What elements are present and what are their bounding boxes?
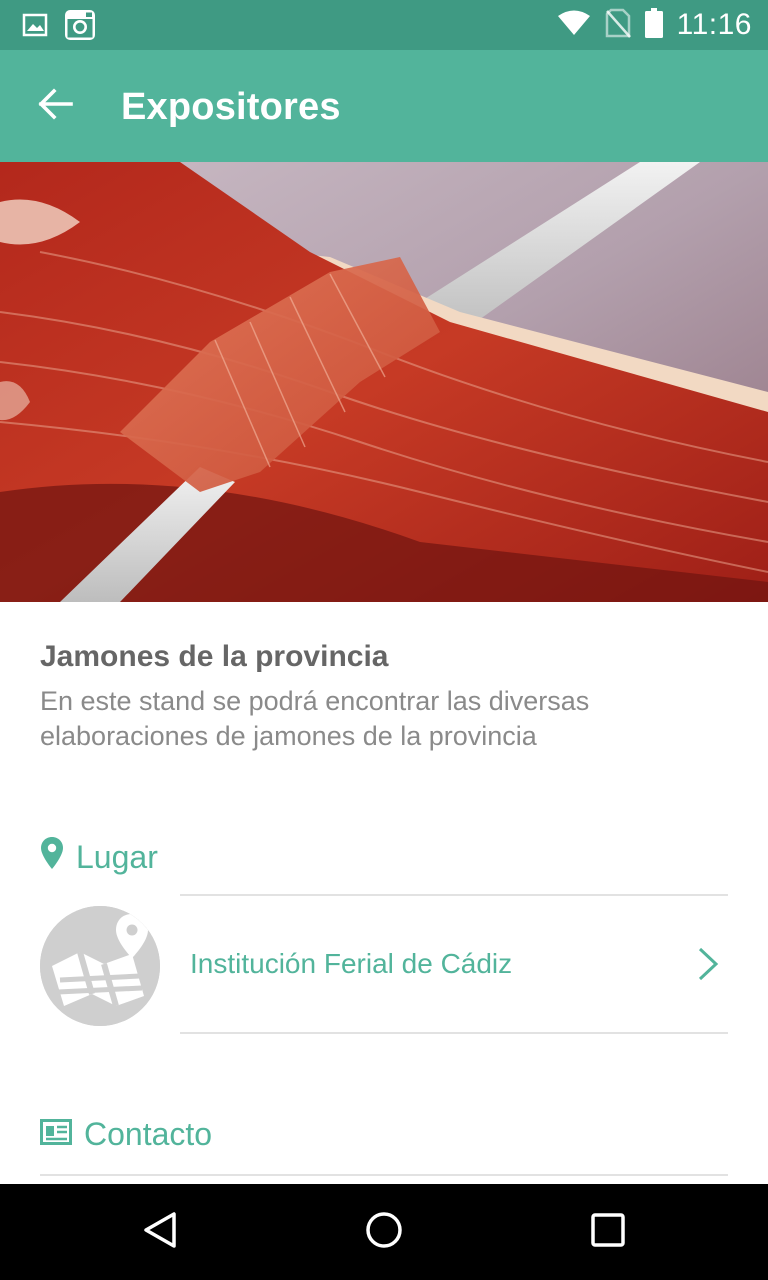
status-right-icons: 11:16 bbox=[557, 0, 752, 50]
location-pin-icon bbox=[40, 836, 64, 878]
divider bbox=[40, 1174, 728, 1176]
app-bar: Expositores bbox=[0, 50, 768, 162]
back-button[interactable] bbox=[28, 78, 84, 134]
recents-square-icon bbox=[590, 1212, 626, 1253]
wifi-icon bbox=[557, 10, 591, 41]
exhibitor-description: En este stand se podrá encontrar las div… bbox=[40, 686, 590, 751]
nav-back-button[interactable] bbox=[130, 1202, 190, 1262]
chevron-right-icon[interactable] bbox=[696, 946, 720, 987]
nav-recents-button[interactable] bbox=[578, 1202, 638, 1262]
instagram-icon bbox=[64, 9, 96, 46]
hero-image bbox=[0, 162, 768, 602]
exhibitor-details: Jamones de la provincia En este stand se… bbox=[0, 602, 768, 1184]
status-time: 11:16 bbox=[676, 8, 752, 41]
page-title: Expositores bbox=[121, 86, 341, 128]
place-row[interactable]: Institución Ferial de Cádiz bbox=[0, 896, 768, 1034]
map-icon bbox=[40, 906, 160, 1026]
place-name-link[interactable]: Institución Ferial de Cádiz bbox=[190, 948, 512, 980]
no-sim-icon bbox=[605, 8, 631, 43]
divider bbox=[180, 1032, 728, 1034]
contact-section-label: Contacto bbox=[84, 1116, 213, 1152]
nav-home-button[interactable] bbox=[354, 1202, 414, 1262]
navigation-bar bbox=[0, 1184, 768, 1280]
image-icon bbox=[22, 12, 48, 43]
arrow-back-icon bbox=[38, 87, 74, 125]
contact-section-header: Contacto bbox=[40, 1116, 212, 1153]
location-section-header: Lugar bbox=[40, 836, 158, 878]
home-circle-icon bbox=[364, 1210, 404, 1255]
status-bar: 11:16 bbox=[0, 0, 768, 50]
status-left-icons bbox=[22, 9, 96, 46]
exhibitor-title: Jamones de la provincia bbox=[40, 640, 389, 673]
location-section-label: Lugar bbox=[76, 838, 158, 875]
battery-icon bbox=[644, 7, 663, 43]
back-triangle-icon bbox=[140, 1210, 180, 1255]
contact-card-icon bbox=[40, 1116, 72, 1153]
ham-illustration bbox=[0, 162, 768, 602]
